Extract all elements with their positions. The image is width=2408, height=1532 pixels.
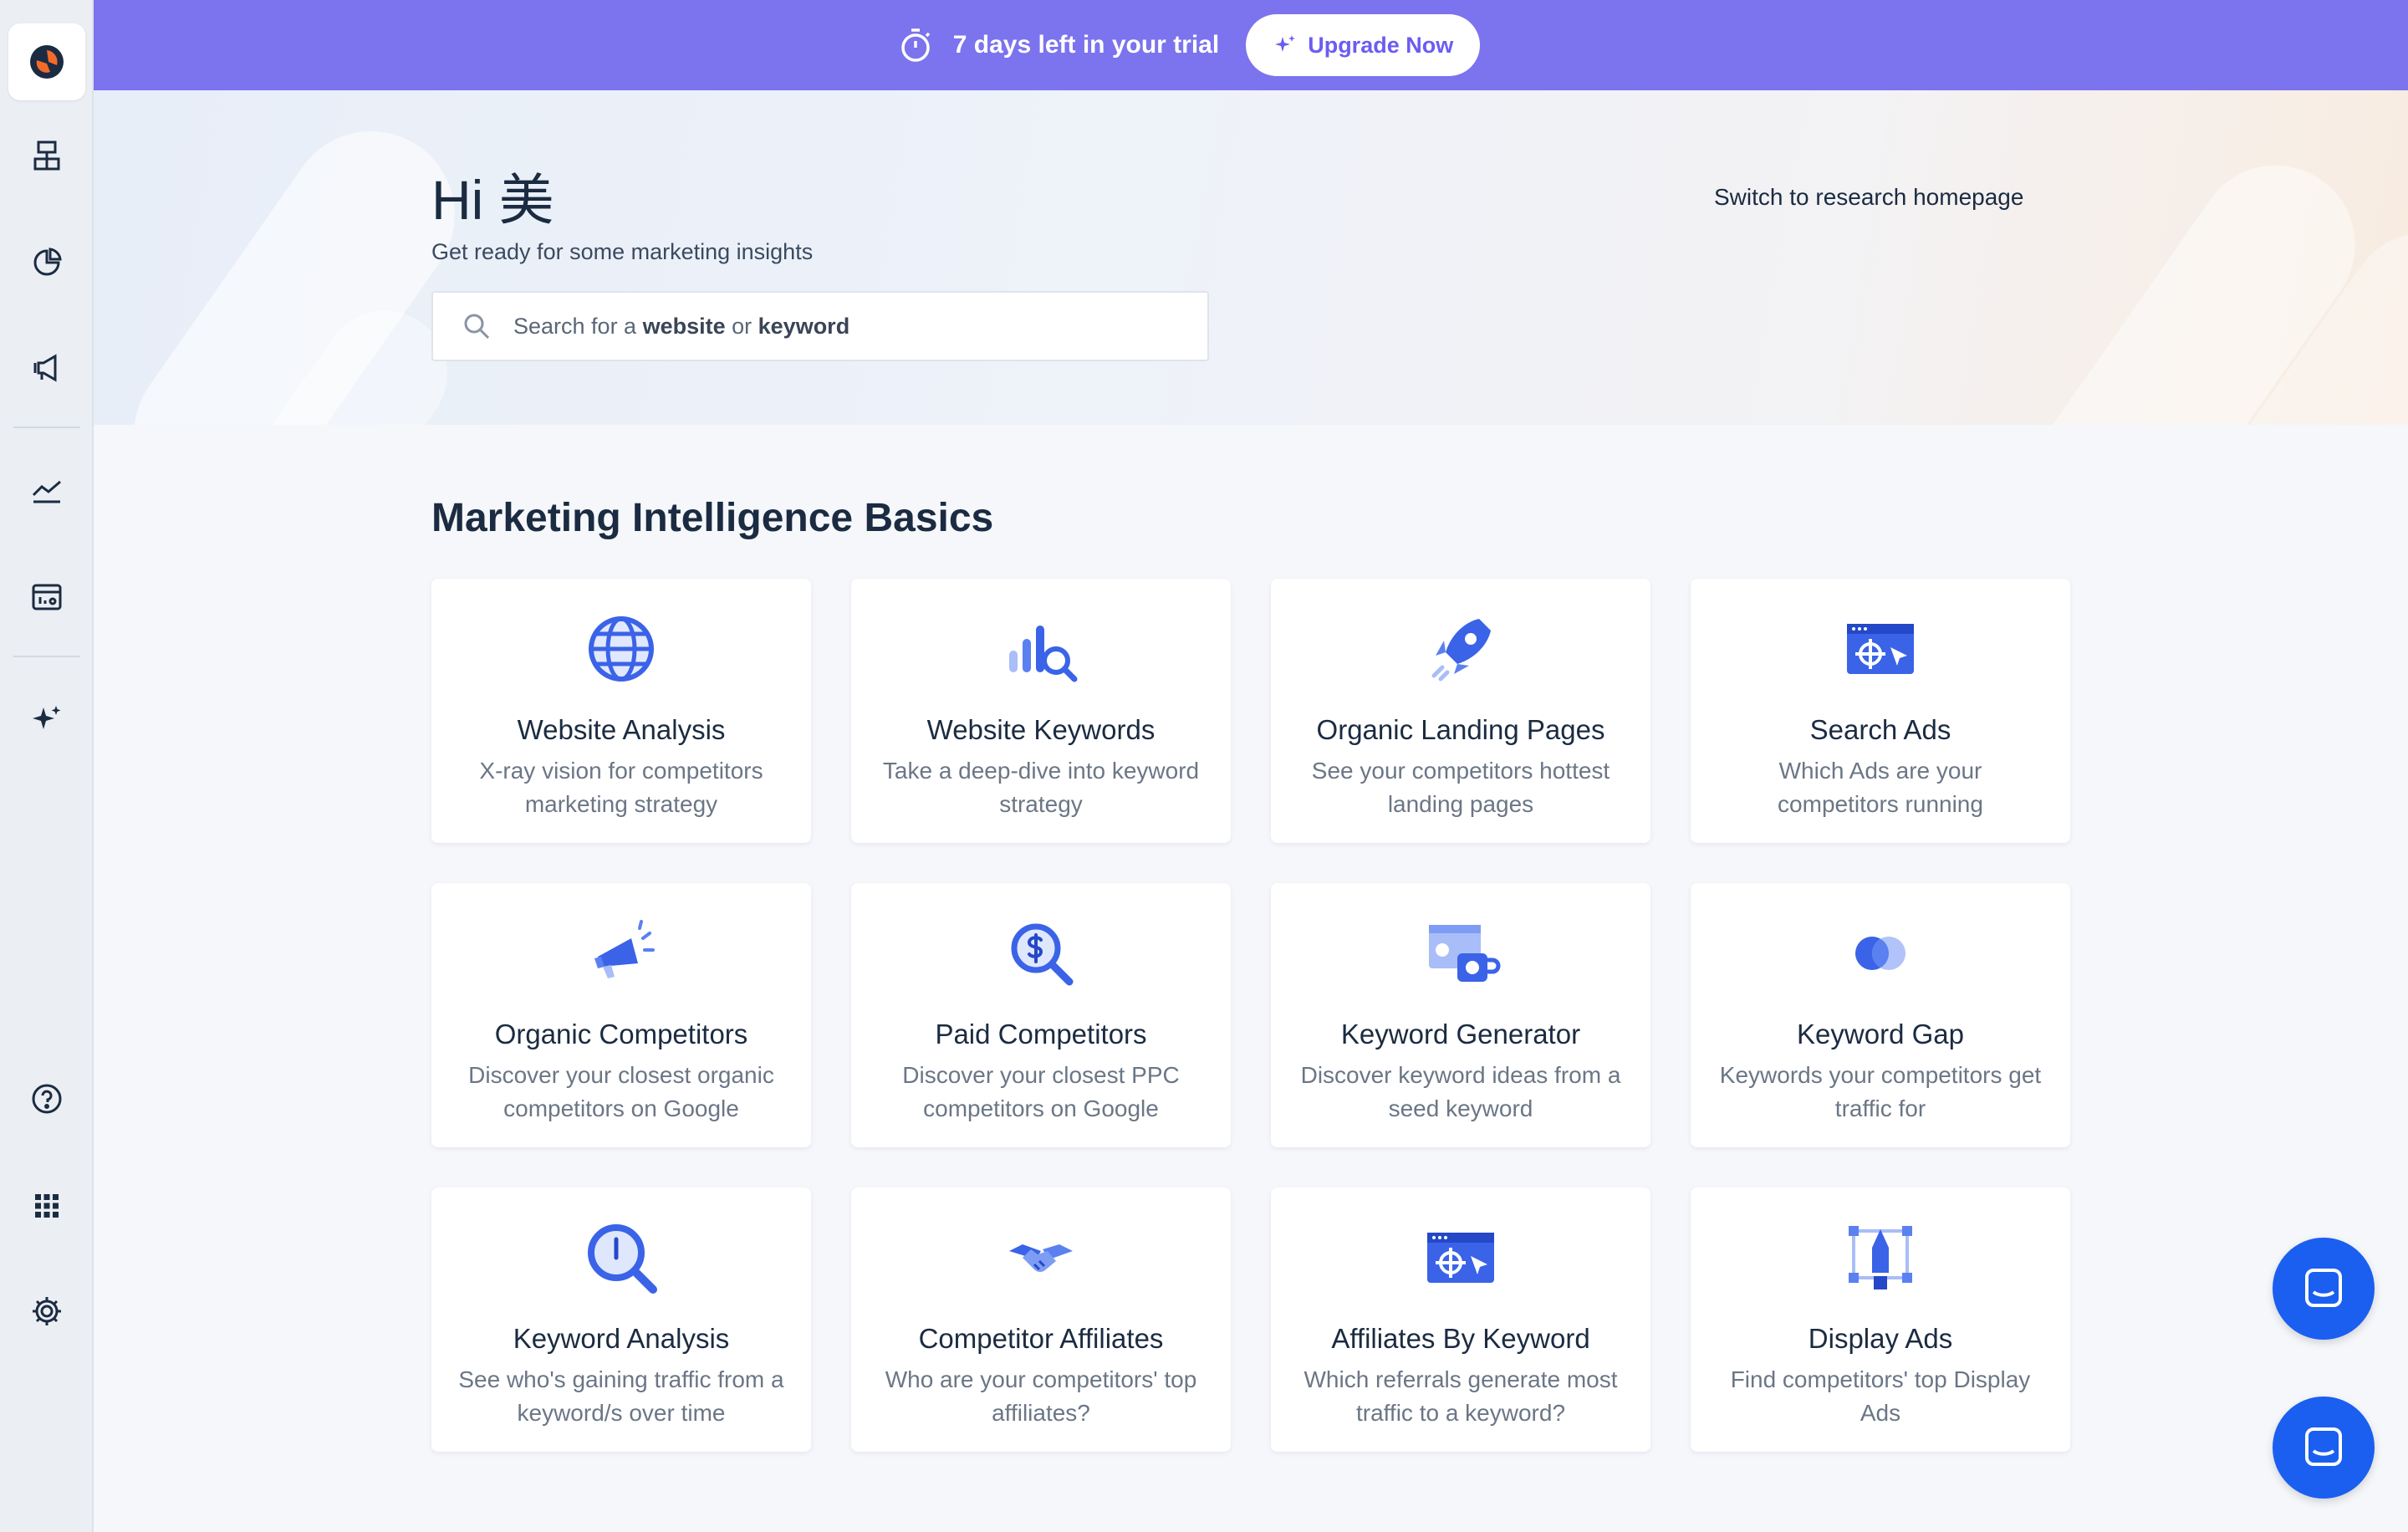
- card-title: Organic Competitors: [494, 1019, 748, 1049]
- card-keyword-analysis[interactable]: Keyword Analysis See who's gaining traff…: [431, 1187, 811, 1452]
- card-website-keywords[interactable]: Website Keywords Take a deep-dive into k…: [851, 579, 1231, 843]
- card-organic-competitors[interactable]: Organic Competitors Discover your closes…: [431, 883, 811, 1147]
- card-description: See who's gaining traffic from a keyword…: [458, 1366, 784, 1426]
- card-description: X-ray vision for competitors marketing s…: [479, 758, 763, 817]
- globe-icon: [581, 609, 661, 689]
- sidebar-item-dashboards[interactable]: [8, 559, 85, 636]
- card-description: Discover your closest organic competitor…: [468, 1062, 774, 1121]
- section-title: Marketing Intelligence Basics: [431, 496, 994, 540]
- help-icon: [32, 1084, 62, 1114]
- sidebar: [0, 0, 94, 1532]
- sidebar-divider: [13, 426, 80, 428]
- sidebar-item-ai[interactable]: [8, 681, 85, 758]
- timer-icon: [896, 26, 935, 64]
- card-title: Display Ads: [1808, 1323, 1953, 1354]
- apps-grid-icon: [35, 1194, 59, 1218]
- card-description: Discover your closest PPC competitors on…: [902, 1062, 1180, 1121]
- sidebar-item-digital-marketing[interactable]: [8, 329, 85, 406]
- magnifier-icon: [581, 1218, 661, 1298]
- sparkles-icon: [1275, 35, 1296, 52]
- rocket-icon: [1421, 609, 1501, 689]
- megaphone-icon: [581, 913, 661, 993]
- card-title: Keyword Generator: [1340, 1019, 1581, 1049]
- trial-text: 7 days left in your trial: [952, 31, 1220, 59]
- chat-messenger-button[interactable]: [2273, 1397, 2375, 1499]
- trial-banner: 7 days left in your trial Upgrade Now: [94, 0, 2408, 90]
- sidebar-item-trends[interactable]: [8, 452, 85, 529]
- dollar-magnifier-icon: [1001, 913, 1081, 993]
- dashboard-icon: [32, 584, 62, 610]
- card-search-ads[interactable]: Search Ads Which Ads are your competitor…: [1691, 579, 2070, 843]
- keyword-generator-icon: [1421, 913, 1501, 993]
- card-description: Who are your competitors' top affiliates…: [885, 1366, 1197, 1426]
- sidebar-item-competitive-analysis[interactable]: [8, 117, 85, 194]
- chat-support-button[interactable]: [2273, 1238, 2375, 1340]
- card-organic-landing-pages[interactable]: Organic Landing Pages See your competito…: [1271, 579, 1650, 843]
- card-keyword-generator[interactable]: Keyword Generator Discover keyword ideas…: [1271, 883, 1650, 1147]
- switch-to-research-link[interactable]: Switch to research homepage: [1714, 184, 2023, 211]
- card-affiliates-by-keyword[interactable]: Affiliates By Keyword Which referrals ge…: [1271, 1187, 1650, 1452]
- card-competitor-affiliates[interactable]: Competitor Affiliates Who are your compe…: [851, 1187, 1231, 1452]
- card-description: Which referrals generate most traffic to…: [1303, 1366, 1618, 1426]
- card-title: Website Analysis: [517, 714, 726, 745]
- pie-chart-icon: [33, 248, 62, 276]
- tools-grid: Website Analysis X-ray vision for compet…: [431, 579, 2070, 1452]
- logo-icon: [30, 45, 64, 79]
- similarweb-logo[interactable]: [8, 23, 85, 100]
- card-title: Organic Landing Pages: [1316, 714, 1605, 745]
- card-title: Website Keywords: [926, 714, 1156, 745]
- sparkles-icon: [33, 706, 61, 729]
- card-description: Take a deep-dive into keyword strategy: [882, 758, 1200, 817]
- card-keyword-gap[interactable]: Keyword Gap Keywords your competitors ge…: [1691, 883, 2070, 1147]
- card-title: Affiliates By Keyword: [1331, 1323, 1590, 1354]
- browser-target-icon: [1421, 1218, 1501, 1298]
- sidebar-item-market-research[interactable]: [8, 224, 85, 301]
- card-description: Keywords your competitors get traffic fo…: [1719, 1062, 2042, 1121]
- upgrade-now-button[interactable]: Upgrade Now: [1246, 14, 1481, 76]
- bar-magnifier-icon: [1001, 609, 1081, 689]
- card-title: Paid Competitors: [935, 1019, 1147, 1049]
- card-description: Which Ads are your competitors running: [1778, 758, 1983, 817]
- search-input[interactable]: Search for a website or keyword: [431, 291, 1209, 361]
- card-display-ads[interactable]: Display Ads Find competitors' top Displa…: [1691, 1187, 2070, 1452]
- card-description: Find competitors' top Display Ads: [1730, 1366, 2031, 1426]
- browser-target-icon: [1840, 609, 1921, 689]
- card-title: Keyword Gap: [1797, 1019, 1964, 1049]
- search-icon: [464, 314, 490, 340]
- card-title: Keyword Analysis: [513, 1323, 730, 1354]
- card-website-analysis[interactable]: Website Analysis X-ray vision for compet…: [431, 579, 811, 843]
- card-description: Discover keyword ideas from a seed keywo…: [1300, 1062, 1621, 1121]
- sidebar-item-settings[interactable]: [8, 1273, 85, 1350]
- greeting: Hi 美: [431, 169, 554, 231]
- handshake-icon: [1001, 1218, 1081, 1298]
- sidebar-item-help[interactable]: [8, 1060, 85, 1137]
- sidebar-item-apps[interactable]: [8, 1167, 85, 1244]
- card-description: See your competitors hottest landing pag…: [1311, 758, 1610, 817]
- card-paid-competitors[interactable]: Paid Competitors Discover your closest P…: [851, 883, 1231, 1147]
- chat-icon: [2305, 1269, 2342, 1307]
- megaphone-icon: [33, 354, 57, 382]
- card-title: Competitor Affiliates: [918, 1323, 1164, 1354]
- trend-line-icon: [32, 480, 61, 503]
- hero-section: Hi 美 Get ready for some marketing insigh…: [94, 90, 2408, 425]
- greeting-subtitle: Get ready for some marketing insights: [431, 239, 814, 264]
- upgrade-now-label: Upgrade Now: [1308, 32, 1454, 58]
- chat-icon: [2305, 1427, 2342, 1466]
- pen-tool-icon: [1840, 1218, 1921, 1298]
- sidebar-divider: [13, 656, 80, 657]
- settings-icon: [33, 1297, 61, 1325]
- trophy-icon: [33, 140, 60, 171]
- overlap-circles-icon: [1840, 913, 1921, 993]
- card-title: Search Ads: [1809, 714, 1951, 745]
- search-placeholder: Search for a website or keyword: [513, 313, 850, 339]
